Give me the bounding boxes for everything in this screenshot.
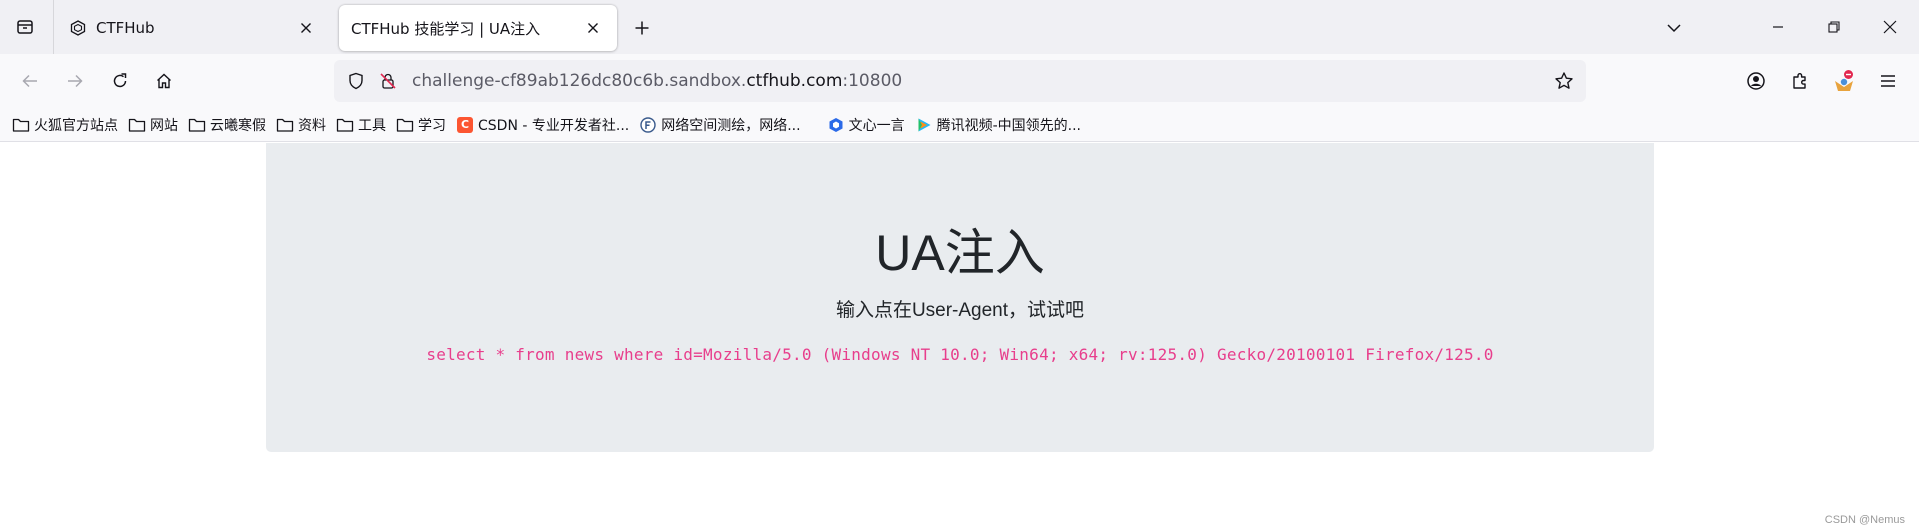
restore-button[interactable]: [1811, 8, 1857, 46]
folder-icon: [188, 116, 206, 134]
bookmark-folder-websites[interactable]: 网站: [128, 112, 178, 138]
tab-ua-injection[interactable]: CTFHub 技能学习 | UA注入: [339, 5, 617, 51]
bookmark-folder-tools[interactable]: 工具: [336, 112, 386, 138]
restore-icon: [1828, 21, 1840, 33]
window-close-button[interactable]: [1867, 8, 1913, 46]
minimize-button[interactable]: [1755, 8, 1801, 46]
wenxin-icon: [827, 116, 845, 134]
list-all-tabs-button[interactable]: [1660, 14, 1688, 42]
bookmark-folder-materials[interactable]: 资料: [276, 112, 326, 138]
url-host: ctfhub.com: [746, 71, 843, 91]
tab-strip: CTFHub CTFHub 技能学习 | UA注入: [0, 0, 1919, 54]
url-port: :10800: [842, 71, 903, 91]
chevron-down-icon: [1666, 20, 1682, 36]
folder-icon: [128, 116, 146, 134]
account-button[interactable]: [1740, 65, 1772, 97]
folder-icon: [276, 116, 294, 134]
plus-icon: [634, 20, 650, 36]
navigation-toolbar: challenge-cf89ab126dc80c6b.sandbox.ctfhu…: [0, 54, 1919, 108]
url-text[interactable]: challenge-cf89ab126dc80c6b.sandbox.ctfhu…: [412, 71, 1550, 91]
arrow-right-icon: [66, 72, 84, 90]
tracking-protection-button[interactable]: [342, 67, 370, 95]
bookmark-wenxin[interactable]: 文心一言: [827, 112, 905, 138]
puzzle-icon: [1790, 71, 1810, 91]
page-title: UA注入: [875, 225, 1045, 281]
extension-hackbar-button[interactable]: [1828, 65, 1860, 97]
back-button[interactable]: [14, 65, 46, 97]
bookmark-label: CSDN - 专业开发者社...: [478, 117, 630, 134]
address-bar[interactable]: challenge-cf89ab126dc80c6b.sandbox.ctfhu…: [334, 60, 1586, 102]
bookmark-label: 文心一言: [848, 117, 905, 134]
close-icon: [300, 22, 312, 34]
bookmark-folder-winter[interactable]: 云曦寒假: [188, 112, 266, 138]
bookmark-label: 学习: [418, 117, 446, 134]
tab-close-button[interactable]: [294, 16, 318, 40]
ctfhub-favicon-icon: [70, 20, 86, 36]
star-icon: [1554, 71, 1574, 91]
url-prefix: challenge-cf89ab126dc80c6b.sandbox.: [412, 71, 747, 91]
hamburger-menu-icon: [1879, 72, 1897, 90]
bookmark-page-button[interactable]: [1550, 67, 1578, 95]
site-information-button[interactable]: [374, 67, 402, 95]
fofa-icon: [639, 116, 657, 134]
bookmarks-toolbar: 火狐官方站点 网站 云曦寒假 资料 工具 学习 C CSDN - 专业开发者社.…: [0, 108, 1919, 142]
tab-title: CTFHub: [96, 19, 155, 37]
bookmark-csdn[interactable]: C CSDN - 专业开发者社...: [456, 112, 629, 138]
firefox-view-icon: [16, 18, 34, 36]
jumbotron: UA注入 输入点在User-Agent，试试吧 select * from ne…: [266, 143, 1654, 452]
firefox-view-button[interactable]: [10, 12, 40, 42]
bookmark-fofa[interactable]: 网络空间测绘，网络...: [639, 112, 801, 138]
insecure-lock-icon: [379, 72, 397, 90]
tab-ctfhub[interactable]: CTFHub: [58, 5, 330, 51]
new-tab-button[interactable]: [628, 14, 656, 42]
arrow-left-icon: [21, 72, 39, 90]
folder-icon: [396, 116, 414, 134]
bookmark-tencent-video[interactable]: 腾讯视频-中国领先的...: [915, 112, 1081, 138]
tabstrip-separator: [53, 0, 54, 54]
close-icon: [1883, 20, 1897, 34]
account-icon: [1746, 71, 1766, 91]
bookmark-label: 火狐官方站点: [34, 117, 118, 134]
folder-icon: [12, 116, 30, 134]
reload-button[interactable]: [104, 65, 136, 97]
tencent-video-icon: [915, 116, 933, 134]
page-lead: 输入点在User-Agent，试试吧: [835, 300, 1085, 321]
minimize-icon: [1772, 21, 1784, 33]
bookmark-label: 云曦寒假: [210, 117, 266, 134]
tab-close-button[interactable]: [581, 16, 605, 40]
extension-badge-icon: [1832, 69, 1856, 93]
bookmark-folder-study[interactable]: 学习: [396, 112, 446, 138]
page-viewport: UA注入 输入点在User-Agent，试试吧 select * from ne…: [0, 143, 1919, 532]
csdn-icon: C: [456, 116, 474, 134]
bookmark-label: 腾讯视频-中国领先的...: [936, 117, 1081, 134]
app-menu-button[interactable]: [1872, 65, 1904, 97]
shield-icon: [347, 72, 365, 90]
bookmark-label: 工具: [358, 117, 386, 134]
watermark: CSDN @Nemus: [1824, 514, 1905, 526]
tab-title: CTFHub 技能学习 | UA注入: [351, 19, 541, 38]
bookmark-label: 网络空间测绘，网络...: [661, 117, 801, 134]
forward-button[interactable]: [59, 65, 91, 97]
bookmark-label: 网站: [150, 117, 178, 134]
folder-icon: [336, 116, 354, 134]
reload-icon: [111, 72, 129, 90]
extensions-button[interactable]: [1784, 65, 1816, 97]
home-icon: [155, 72, 173, 90]
close-icon: [587, 22, 599, 34]
bookmark-folder-firefox-sites[interactable]: 火狐官方站点: [12, 112, 118, 138]
home-button[interactable]: [148, 65, 180, 97]
bookmark-label: 资料: [298, 117, 326, 134]
sql-query-output: select * from news where id=Mozilla/5.0 …: [426, 345, 1494, 364]
